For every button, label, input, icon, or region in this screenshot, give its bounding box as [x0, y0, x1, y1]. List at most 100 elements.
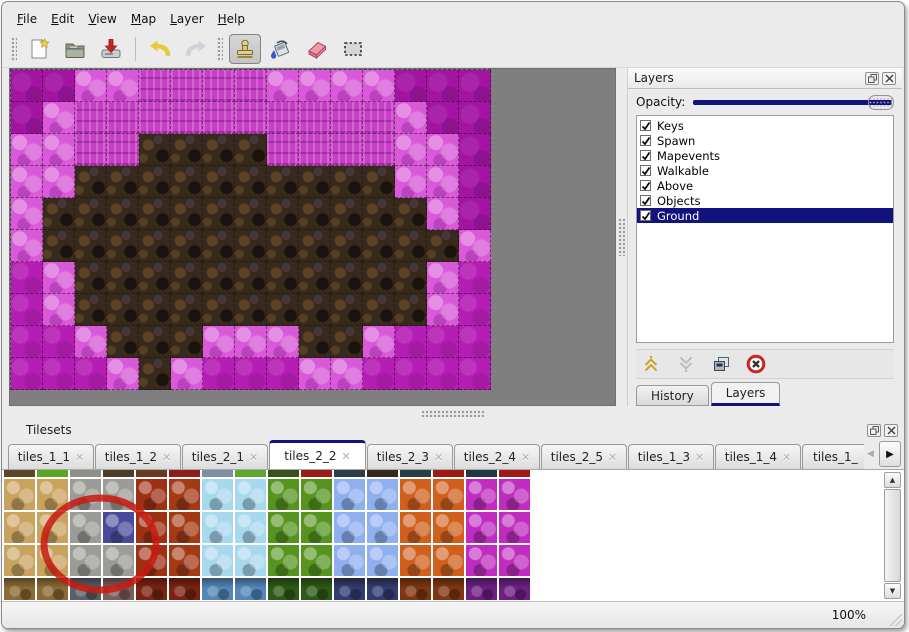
tileset-tile[interactable] — [4, 545, 35, 576]
move-layer-up-button[interactable] — [640, 353, 662, 375]
map-tile[interactable] — [43, 262, 75, 294]
map-tile[interactable] — [11, 358, 43, 390]
tileset-tile-selected[interactable] — [103, 512, 134, 543]
map-tile[interactable] — [363, 134, 395, 166]
map-tile[interactable] — [75, 102, 107, 134]
eraser-button[interactable] — [301, 34, 333, 64]
tileset-tile[interactable] — [103, 479, 134, 510]
close-tab-icon[interactable]: ✕ — [695, 451, 704, 464]
toolbar-handle[interactable] — [216, 36, 223, 62]
map-tile[interactable] — [11, 134, 43, 166]
tileset-tile[interactable] — [499, 512, 530, 543]
map-tile[interactable] — [75, 262, 107, 294]
map-tile[interactable] — [331, 198, 363, 230]
tileset-tile[interactable] — [202, 479, 233, 510]
tileset-tile[interactable] — [466, 512, 497, 543]
map-tile[interactable] — [235, 198, 267, 230]
tileset-tile[interactable] — [268, 479, 299, 510]
tileset-tile[interactable] — [136, 578, 167, 600]
map-tile[interactable] — [459, 198, 491, 230]
map-tile[interactable] — [11, 198, 43, 230]
map-tile[interactable] — [43, 102, 75, 134]
map-tile[interactable] — [11, 230, 43, 262]
tileset-tile[interactable] — [202, 545, 233, 576]
tileset-tile[interactable] — [235, 470, 266, 477]
map-tile[interactable] — [107, 70, 139, 102]
map-tile[interactable] — [171, 198, 203, 230]
layer-row-walkable[interactable]: Walkable — [637, 163, 893, 178]
layer-row-above[interactable]: Above — [637, 178, 893, 193]
map-tile[interactable] — [459, 230, 491, 262]
duplicate-layer-button[interactable] — [710, 353, 732, 375]
map-tile[interactable] — [43, 134, 75, 166]
tileset-tab-tiles_1_3[interactable]: tiles_1_3✕ — [628, 444, 714, 469]
map-tile[interactable] — [459, 134, 491, 166]
map-tile[interactable] — [235, 262, 267, 294]
map-tile[interactable] — [363, 70, 395, 102]
map-tile[interactable] — [235, 326, 267, 358]
map-tile[interactable] — [139, 198, 171, 230]
menu-layer[interactable]: Layer — [163, 10, 210, 28]
map-tile[interactable] — [75, 134, 107, 166]
layer-visibility-checkbox[interactable] — [640, 150, 651, 161]
map-tile[interactable] — [395, 358, 427, 390]
tileset-tile[interactable] — [70, 470, 101, 477]
stamp-button[interactable] — [229, 34, 261, 64]
tileset-tile[interactable] — [301, 479, 332, 510]
map-tile[interactable] — [139, 326, 171, 358]
map-tile[interactable] — [235, 294, 267, 326]
tileset-tile[interactable] — [466, 578, 497, 600]
tileset-tile[interactable] — [433, 470, 464, 477]
select-button[interactable] — [337, 34, 369, 64]
menu-help[interactable]: Help — [211, 10, 252, 28]
tileset-tile[interactable] — [433, 578, 464, 600]
tileset-tile[interactable] — [70, 578, 101, 600]
map-tile[interactable] — [139, 230, 171, 262]
map-tile[interactable] — [43, 326, 75, 358]
map-tile[interactable] — [235, 70, 267, 102]
map-tile[interactable] — [395, 166, 427, 198]
close-panel-button[interactable] — [884, 424, 898, 437]
map-tile[interactable] — [299, 102, 331, 134]
map-tile[interactable] — [395, 230, 427, 262]
map-tile[interactable] — [235, 166, 267, 198]
map-tile[interactable] — [363, 326, 395, 358]
map-tile[interactable] — [171, 166, 203, 198]
tileset-tile[interactable] — [334, 545, 365, 576]
tileset-tile[interactable] — [136, 470, 167, 477]
tileset-tile[interactable] — [301, 470, 332, 477]
tileset-tile[interactable] — [466, 470, 497, 477]
scrollbar-down-button[interactable]: ▼ — [884, 583, 901, 599]
map-tile[interactable] — [331, 294, 363, 326]
map-tile[interactable] — [363, 230, 395, 262]
map-tile[interactable] — [267, 262, 299, 294]
redo-button[interactable] — [180, 34, 212, 64]
map-tile[interactable] — [395, 134, 427, 166]
map-tile[interactable] — [75, 326, 107, 358]
tileset-tile[interactable] — [400, 479, 431, 510]
tileset-tile[interactable] — [169, 479, 200, 510]
map-tile[interactable] — [203, 262, 235, 294]
map-tile[interactable] — [331, 358, 363, 390]
tileset-tile[interactable] — [499, 479, 530, 510]
tileset-tab-tiles_2_1[interactable]: tiles_2_1✕ — [182, 444, 268, 469]
tileset-tile[interactable] — [433, 512, 464, 543]
map-tile[interactable] — [107, 166, 139, 198]
fill-button[interactable] — [265, 34, 297, 64]
map-tile[interactable] — [139, 262, 171, 294]
map-tile[interactable] — [171, 358, 203, 390]
map-tile[interactable] — [459, 166, 491, 198]
map-tile[interactable] — [267, 134, 299, 166]
tileset-tile[interactable] — [37, 545, 68, 576]
map-tile[interactable] — [11, 70, 43, 102]
layer-visibility-checkbox[interactable] — [640, 195, 651, 206]
map-tile[interactable] — [395, 294, 427, 326]
map-tile[interactable] — [139, 134, 171, 166]
save-button[interactable] — [95, 34, 127, 64]
map-tile[interactable] — [107, 230, 139, 262]
tileset-tile[interactable] — [235, 479, 266, 510]
menu-map[interactable]: Map — [124, 10, 163, 28]
map-tile[interactable] — [267, 294, 299, 326]
scrollbar-up-button[interactable]: ▲ — [884, 472, 901, 488]
map-tile[interactable] — [171, 294, 203, 326]
